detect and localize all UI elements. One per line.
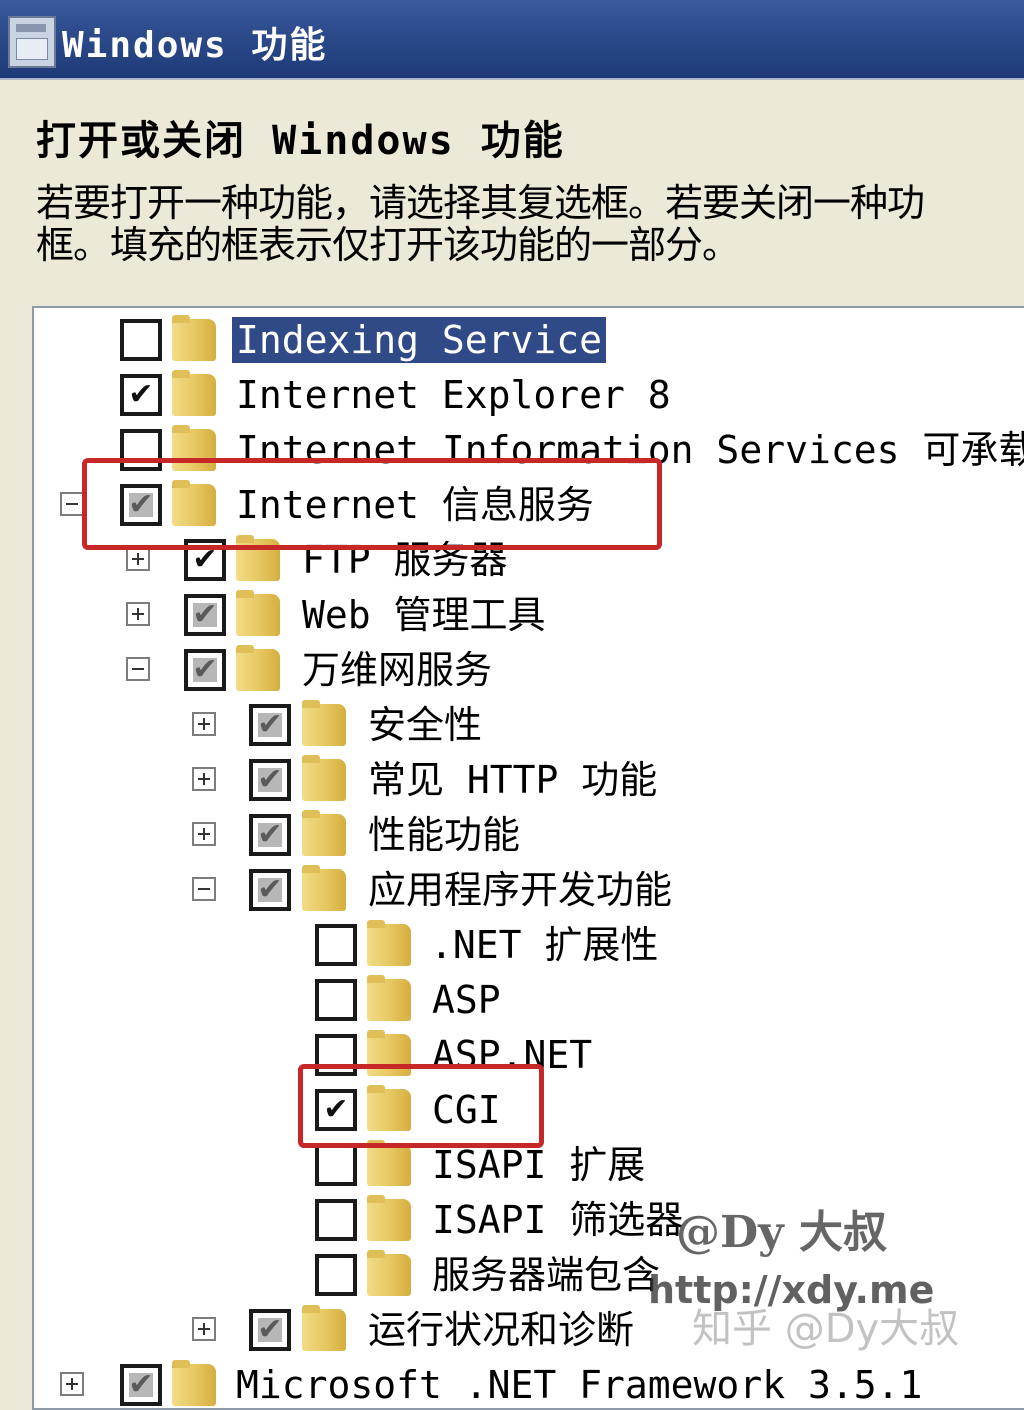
tree-item-security[interactable]: ✔ 安全性 — [34, 698, 1024, 752]
checkbox-checked[interactable]: ✔ — [120, 374, 162, 416]
tree-item-web-management-tools[interactable]: ✔ Web 管理工具 — [34, 588, 1024, 642]
window-title: Windows 功能 — [62, 25, 328, 66]
checkbox-partial[interactable]: ✔ — [249, 759, 291, 801]
tree-item-app-dev-features[interactable]: ✔ 应用程序开发功能 — [34, 863, 1024, 917]
checkbox-partial[interactable]: ✔ — [120, 1364, 162, 1406]
checkbox-unchecked[interactable] — [315, 1144, 357, 1186]
tree-item-label: Microsoft .NET Framework 3.5.1 — [236, 1363, 923, 1407]
expand-icon[interactable] — [192, 712, 216, 736]
collapse-icon[interactable] — [192, 877, 216, 901]
tree-item-label: Web 管理工具 — [302, 593, 546, 637]
folder-icon — [172, 1360, 216, 1406]
tree-item-label: 应用程序开发功能 — [368, 868, 673, 912]
tree-item-internet-explorer[interactable]: ✔ Internet Explorer 8 — [34, 368, 1024, 422]
page-heading: 打开或关闭 Windows 功能 — [36, 118, 565, 164]
checkbox-partial[interactable]: ✔ — [184, 594, 226, 636]
tree-item-label: Indexing Service — [232, 317, 607, 363]
expand-icon[interactable] — [192, 767, 216, 791]
title-bar: Windows 功能 — [0, 0, 1024, 80]
tree-item-label: 性能功能 — [368, 813, 521, 857]
highlight-box-iis — [82, 458, 662, 550]
expand-icon[interactable] — [126, 547, 150, 571]
checkbox-unchecked[interactable] — [315, 1254, 357, 1296]
checkbox-partial[interactable]: ✔ — [249, 1309, 291, 1351]
folder-icon — [367, 975, 411, 1021]
collapse-icon[interactable] — [60, 492, 84, 516]
folder-icon — [367, 1250, 411, 1296]
tree-item-label: .NET 扩展性 — [430, 923, 659, 967]
checkbox-unchecked[interactable] — [315, 924, 357, 966]
folder-icon — [367, 1140, 411, 1186]
watermark-zhihu: 知乎 @Dy大叔 — [692, 1306, 960, 1352]
watermark-author: @Dy 大叔 — [676, 1207, 888, 1258]
instructions-text: 若要打开一种功能，请选择其复选框。若要关闭一种功 框。填充的框表示仅打开该功能的… — [36, 181, 925, 267]
tree-item-label: 安全性 — [368, 703, 483, 747]
folder-icon — [302, 865, 346, 911]
checkbox-unchecked[interactable] — [315, 979, 357, 1021]
tree-item-label: ISAPI 扩展 — [432, 1143, 646, 1187]
tree-item-common-http-features[interactable]: ✔ 常见 HTTP 功能 — [34, 753, 1024, 807]
tree-item-www-services[interactable]: ✔ 万维网服务 — [34, 643, 1024, 697]
expand-icon[interactable] — [60, 1372, 84, 1396]
expand-icon[interactable] — [192, 1317, 216, 1341]
folder-icon — [302, 810, 346, 856]
checkbox-partial[interactable]: ✔ — [249, 704, 291, 746]
tree-item-performance-features[interactable]: ✔ 性能功能 — [34, 808, 1024, 862]
checkbox-partial[interactable]: ✔ — [249, 814, 291, 856]
expand-icon[interactable] — [126, 602, 150, 626]
checkbox-unchecked[interactable] — [120, 319, 162, 361]
tree-item-label: 万维网服务 — [302, 648, 493, 692]
tree-item-label: 服务器端包含 — [432, 1253, 661, 1297]
tree-item-dotnet-framework[interactable]: ✔ Microsoft .NET Framework 3.5.1 — [34, 1358, 1024, 1408]
checkbox-unchecked[interactable] — [315, 1199, 357, 1241]
folder-icon — [302, 1305, 346, 1351]
checkbox-partial[interactable]: ✔ — [184, 649, 226, 691]
tree-item-label: 运行状况和诊断 — [368, 1308, 635, 1352]
folder-icon — [367, 920, 411, 966]
tree-item-label: ASP — [432, 978, 501, 1022]
tree-item-net-extensibility[interactable]: .NET 扩展性 — [34, 918, 1024, 972]
collapse-icon[interactable] — [126, 657, 150, 681]
folder-icon — [367, 1195, 411, 1241]
checkbox-partial[interactable]: ✔ — [249, 869, 291, 911]
tree-item-label: ISAPI 筛选器 — [432, 1198, 684, 1242]
folder-icon — [236, 645, 280, 691]
expand-icon[interactable] — [192, 822, 216, 846]
folder-icon — [172, 315, 216, 361]
folder-icon — [236, 590, 280, 636]
tree-item-indexing-service[interactable]: Indexing Service — [34, 313, 1024, 367]
folder-icon — [302, 700, 346, 746]
tree-item-label: 常见 HTTP 功能 — [368, 758, 658, 802]
folder-icon — [302, 755, 346, 801]
folder-icon — [172, 370, 216, 416]
tree-item-label: Internet Explorer 8 — [236, 373, 671, 417]
tree-item-asp[interactable]: ASP — [34, 973, 1024, 1027]
windows-features-icon — [8, 16, 56, 68]
